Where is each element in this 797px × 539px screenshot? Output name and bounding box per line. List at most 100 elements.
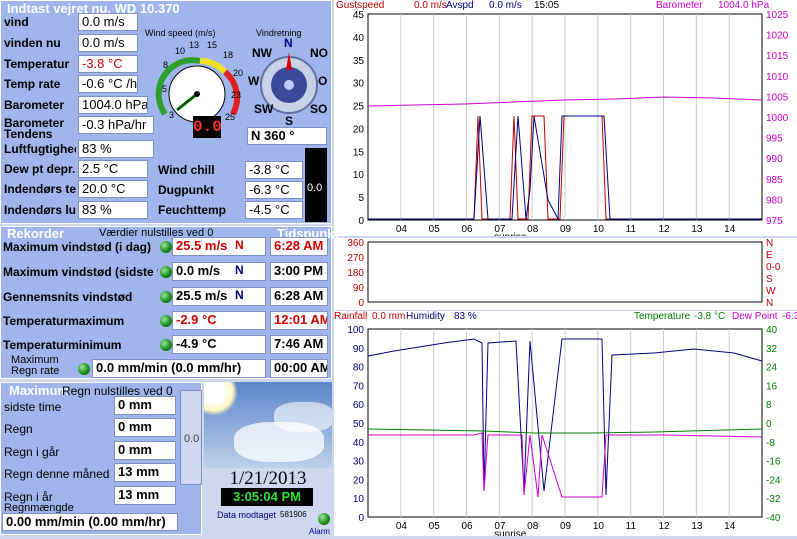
record-time: 6:28 AM xyxy=(270,287,328,306)
y-right-tick: -8 xyxy=(766,438,775,449)
compass-dir-label: N xyxy=(284,36,293,50)
wind-tick-label: 3 xyxy=(169,110,175,120)
y-left-tick: 0 xyxy=(358,513,364,524)
y-left-tick: 90 xyxy=(353,344,365,355)
x-tick-label: 11 xyxy=(626,521,637,532)
x-tick-label: 04 xyxy=(396,521,408,532)
y-left-tick: 5 xyxy=(358,193,364,204)
y-right-tick: 16 xyxy=(766,381,778,392)
wind-tick-label: 18 xyxy=(223,50,234,60)
record-value: -2.9 °C xyxy=(172,311,266,330)
reset-button[interactable] xyxy=(160,315,172,327)
x-tick-label: 10 xyxy=(593,224,605,235)
current-label: vind xyxy=(4,15,29,29)
record-label: Maximum Regn rate xyxy=(11,355,60,377)
y-left-tick: 50 xyxy=(353,419,365,430)
legend-item: Barometer xyxy=(656,0,703,11)
y-left-tick: 40 xyxy=(353,33,365,44)
reset-button[interactable] xyxy=(160,241,172,253)
legend-item: Rainfall xyxy=(334,311,367,322)
current-value: 20.0 °C xyxy=(78,180,148,198)
legend-item: -6.3 xyxy=(782,311,797,322)
x-tick-label: 09 xyxy=(560,224,572,235)
y-left-tick: 25 xyxy=(353,102,365,113)
rain-header-max: Maximum xyxy=(9,383,69,398)
weather-sky-image xyxy=(204,382,332,468)
reset-button[interactable] xyxy=(160,291,172,303)
y-left-tick: 30 xyxy=(353,79,365,90)
y-left-tick: 90 xyxy=(353,283,365,294)
y-right-tick: 1025 xyxy=(766,10,789,21)
legend-item: Humidity xyxy=(406,311,445,322)
record-direction: N xyxy=(235,238,244,252)
record-time: 7:46 AM xyxy=(270,335,328,354)
derived-value: -4.5 °C xyxy=(245,201,303,219)
compass-dir-label: NW xyxy=(252,46,272,60)
y-left-tick: 20 xyxy=(353,475,365,486)
y-right-tick: -32 xyxy=(766,494,781,505)
y-left-tick: 0 xyxy=(358,216,364,227)
y-right-tick: E xyxy=(766,250,773,261)
legend-item: 0.0 mm xyxy=(372,311,405,322)
derived-label: Dugpunkt xyxy=(158,183,214,197)
x-tick-label: 12 xyxy=(659,521,671,532)
y-right-tick: 8 xyxy=(766,400,772,411)
x-tick-label: 10 xyxy=(593,521,605,532)
current-value: -3.8 °C xyxy=(78,55,138,73)
x-tick-label: 14 xyxy=(724,224,736,235)
y-left-tick: 15 xyxy=(353,147,365,158)
alarm-indicator[interactable] xyxy=(318,513,330,525)
y-left-tick: 70 xyxy=(353,381,365,392)
small-gauge-value: 0.0 xyxy=(307,182,323,194)
rain-label: Regn i år xyxy=(4,490,53,504)
derived-value: -6.3 °C xyxy=(245,181,303,199)
records-header: Rekorder xyxy=(7,226,65,241)
record-value: 0.0 mm/min (0.0 mm/hr) xyxy=(92,359,266,378)
legend-item: Dew Point xyxy=(732,311,778,322)
x-tick-label: 06 xyxy=(462,224,474,235)
compass-dir-label: SW xyxy=(254,102,274,116)
y-left-tick: 0 xyxy=(358,298,364,309)
x-tick-label: 14 xyxy=(724,521,736,532)
reset-button[interactable] xyxy=(160,339,172,351)
record-value: 0.0 m/s xyxy=(172,262,266,281)
legend-item: Temperature xyxy=(634,311,691,322)
legend-item: Gustspeed xyxy=(336,0,384,11)
x-tick-label: 12 xyxy=(659,224,671,235)
y-right-tick: -24 xyxy=(766,475,781,486)
compass-dir-label: O xyxy=(318,74,328,88)
reset-button[interactable] xyxy=(78,363,90,375)
record-time: 12:01 AM xyxy=(270,311,328,330)
x-tick-label: 05 xyxy=(429,521,441,532)
compass-dir-label: W xyxy=(248,74,260,88)
y-left-tick: 35 xyxy=(353,56,365,67)
record-value: 25.5 m/s xyxy=(172,237,266,256)
wind-tick-label: 10 xyxy=(175,46,186,56)
rain-value: 13 mm xyxy=(114,463,176,482)
record-label: Maximum vindstød (i dag) xyxy=(3,240,152,254)
record-time: 3:00 PM xyxy=(270,262,328,281)
record-time: 00:00 AM xyxy=(270,359,328,378)
x-tick-label: 13 xyxy=(691,224,703,235)
y-right-tick: W xyxy=(766,286,776,297)
x-tick-label: 08 xyxy=(527,224,539,235)
reset-button[interactable] xyxy=(160,266,172,278)
current-label: Dew pt depr. xyxy=(4,162,76,176)
y-right-tick: -16 xyxy=(766,457,781,468)
current-label: Temp rate xyxy=(4,77,61,91)
y-left-tick: 80 xyxy=(353,363,365,374)
record-label: Temperaturmaximum xyxy=(3,314,125,328)
current-label: Luftfugtighed xyxy=(4,142,76,156)
record-time: 6:28 AM xyxy=(270,237,328,256)
rain-label: sidste time xyxy=(4,400,62,414)
current-label: vinden nu xyxy=(4,36,61,50)
wind-direction-chart: 0 90 180 270 360 N W S 0-0 E N xyxy=(334,238,797,310)
sunrise-label: sunrise xyxy=(494,232,527,236)
y-left-tick: 60 xyxy=(353,400,365,411)
legend-item: 0.0 m/s xyxy=(414,0,447,11)
rain-label: Regn xyxy=(4,422,33,436)
derived-value: -3.8 °C xyxy=(245,161,303,179)
y-left-tick: 30 xyxy=(353,457,365,468)
y-right-tick: 24 xyxy=(766,363,778,374)
y-right-tick: 1020 xyxy=(766,31,789,42)
